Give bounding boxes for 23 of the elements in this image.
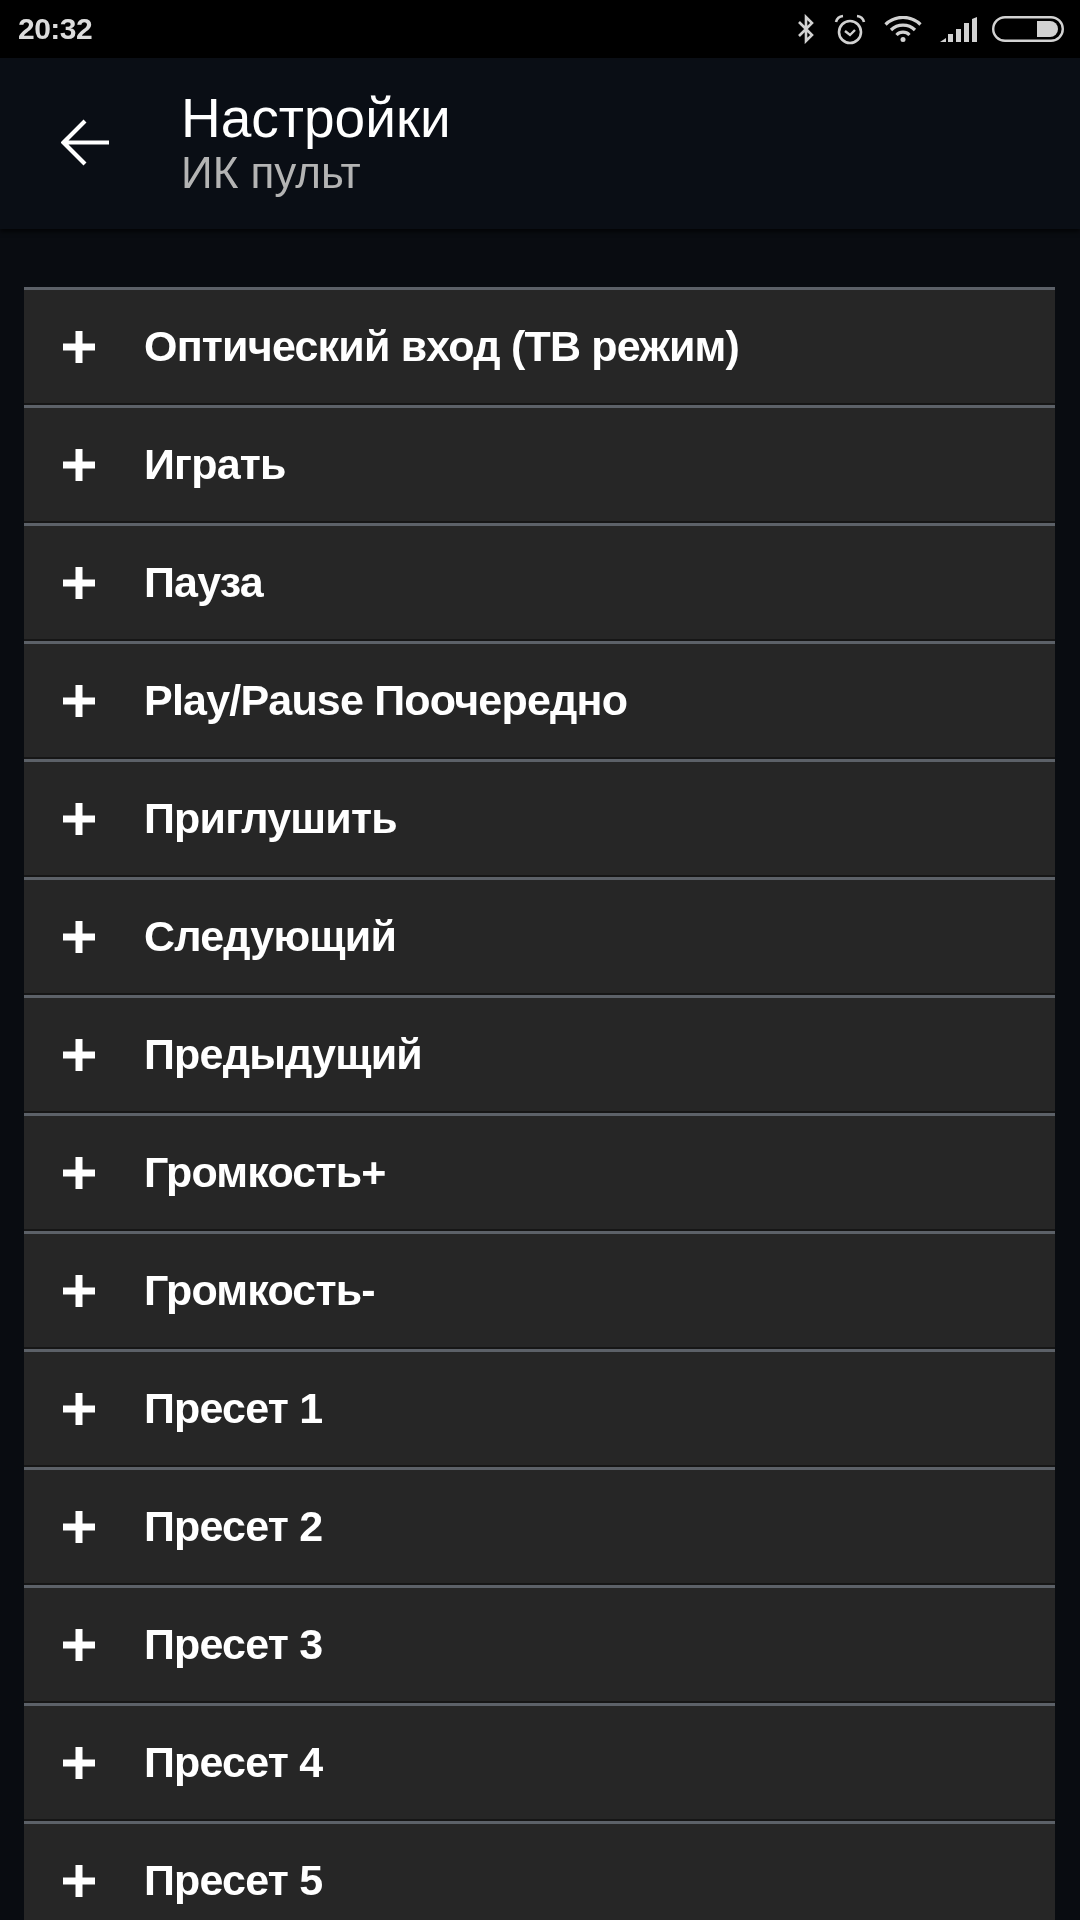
screen-title: Настройки (181, 86, 451, 149)
battery-icon (992, 16, 1064, 42)
bluetooth-icon (796, 14, 816, 44)
screen-subtitle: ИК пульт (181, 148, 361, 197)
back-arrow-icon[interactable] (61, 119, 109, 166)
command-item[interactable]: Играть (24, 405, 1055, 523)
command-item[interactable]: Пауза (24, 523, 1055, 641)
command-item[interactable]: Предыдущий (24, 995, 1055, 1113)
command-item[interactable]: Громкость- (24, 1231, 1055, 1349)
command-item[interactable]: Play/Pause Поочередно (24, 641, 1055, 759)
command-item[interactable]: Пресет 5 (24, 1821, 1055, 1920)
command-item[interactable]: Громкость+ (24, 1113, 1055, 1231)
signal-icon (940, 16, 977, 42)
command-item[interactable]: Следующий (24, 877, 1055, 995)
alarm-clock-icon (834, 13, 866, 45)
status-time: 20:32 (18, 12, 93, 46)
wifi-icon (884, 16, 922, 42)
command-item[interactable]: Приглушить (24, 759, 1055, 877)
command-item[interactable]: Пресет 3 (24, 1585, 1055, 1703)
command-item[interactable]: Пресет 1 (24, 1349, 1055, 1467)
command-item[interactable]: Пресет 4 (24, 1703, 1055, 1821)
command-item[interactable]: Пресет 2 (24, 1467, 1055, 1585)
command-item[interactable]: Оптический вход (ТВ режим) (24, 287, 1055, 405)
